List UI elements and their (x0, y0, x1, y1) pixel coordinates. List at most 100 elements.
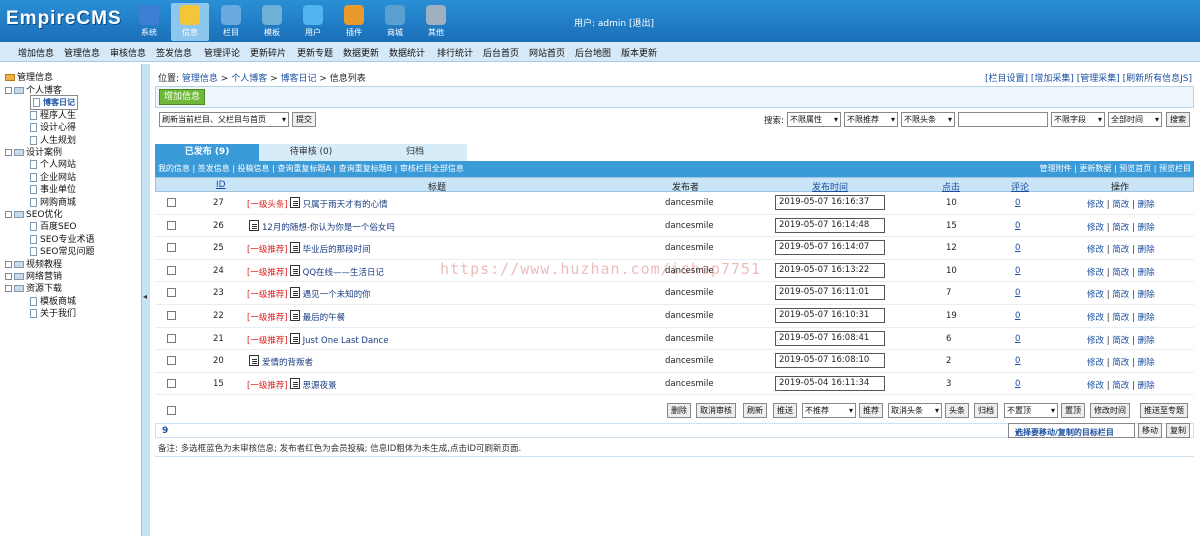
menu-item-5[interactable]: 更新碎片 (250, 46, 286, 59)
row-id[interactable]: 27 (213, 198, 224, 208)
edit-link[interactable]: 修改 (1087, 268, 1104, 278)
row-time-field[interactable]: 2019-05-07 16:11:01 (775, 285, 885, 301)
simple-edit-link[interactable]: 简改 (1112, 200, 1129, 210)
sidebar-item-18[interactable]: 关于我们 (30, 306, 76, 319)
push-button[interactable]: 推送 (773, 403, 797, 418)
row-comments[interactable]: 0 (1015, 379, 1020, 389)
search-button[interactable]: 搜索 (1166, 112, 1190, 127)
delete-link[interactable]: 删除 (1138, 245, 1155, 255)
edit-link[interactable]: 修改 (1087, 336, 1104, 346)
edit-link[interactable]: 修改 (1087, 223, 1104, 233)
delete-link[interactable]: 删除 (1138, 358, 1155, 368)
row-checkbox[interactable] (167, 198, 176, 207)
row-time-field[interactable]: 2019-05-07 16:13:22 (775, 262, 885, 278)
row-id[interactable]: 24 (213, 266, 224, 276)
row-checkbox[interactable] (167, 311, 176, 320)
row-title[interactable]: 爱情的背叛者 (262, 358, 313, 368)
menu-item-3[interactable]: 签发信息 (156, 46, 192, 59)
headline-button[interactable]: 头条 (945, 403, 969, 418)
expand-toggle-icon[interactable] (5, 87, 12, 94)
row-title[interactable]: QQ在线——生活日记 (303, 268, 384, 278)
row-id[interactable]: 22 (213, 311, 224, 321)
simple-edit-link[interactable]: 简改 (1112, 290, 1129, 300)
row-comments[interactable]: 0 (1015, 266, 1020, 276)
crumb-link-1[interactable]: 管理信息 (182, 74, 218, 84)
row-comments[interactable]: 0 (1015, 221, 1020, 231)
menu-item-1[interactable]: 管理信息 (64, 46, 100, 59)
sidebar-item-4[interactable]: 人生规划 (30, 133, 76, 146)
top-button[interactable]: 置顶 (1061, 403, 1085, 418)
search-input[interactable] (958, 112, 1048, 127)
row-time-field[interactable]: 2019-05-07 16:14:48 (775, 217, 885, 233)
menu-item-2[interactable]: 审核信息 (110, 46, 146, 59)
recommend-select[interactable]: 不限推荐 ▾ (844, 112, 898, 127)
edit-link[interactable]: 修改 (1087, 313, 1104, 323)
row-checkbox[interactable] (167, 220, 176, 230)
edit-link[interactable]: 修改 (1087, 358, 1104, 368)
delete-button[interactable]: 删除 (667, 403, 691, 418)
menu-item-0[interactable]: 增加信息 (18, 46, 54, 59)
row-comments[interactable]: 0 (1015, 334, 1020, 344)
row-checkbox[interactable] (167, 356, 176, 366)
row-id[interactable]: 26 (213, 221, 224, 231)
tree-root[interactable]: 管理信息 (5, 70, 53, 83)
row-comments[interactable]: 0 (1015, 288, 1020, 298)
row-title[interactable]: 只属于雨天才有的心情 (303, 200, 388, 210)
menu-item-10[interactable]: 后台首页 (483, 46, 519, 59)
sidebar-item-6[interactable]: 个人网站 (30, 157, 76, 170)
sidebar-item-8[interactable]: 事业单位 (30, 182, 76, 195)
row-time-field[interactable]: 2019-05-04 16:11:34 (775, 375, 885, 391)
row-time-field[interactable]: 2019-05-07 16:16:37 (775, 195, 885, 210)
row-title[interactable]: 12月的随想-你认为你是一个俗女吗 (262, 223, 395, 233)
simple-edit-link[interactable]: 简改 (1112, 268, 1129, 278)
row-comments[interactable]: 0 (1015, 243, 1020, 253)
select-all-checkbox[interactable] (167, 406, 176, 415)
menu-item-9[interactable]: 排行统计 (437, 46, 473, 59)
move-target-select[interactable]: 选择要移动/复制的目标栏目 ▾ (1008, 423, 1135, 438)
row-id[interactable]: 25 (213, 243, 224, 253)
menu-item-6[interactable]: 更新专题 (297, 46, 333, 59)
simple-edit-link[interactable]: 简改 (1112, 223, 1129, 233)
cancel-headline-select[interactable]: 取消头条 ▾ (888, 403, 942, 418)
page-count[interactable]: 9 (162, 426, 168, 436)
row-id[interactable]: 21 (213, 334, 224, 344)
row-title[interactable]: Just One Last Dance (303, 336, 389, 346)
user-info[interactable]: 用户: admin [退出] (574, 16, 654, 29)
tab-published[interactable]: 已发布 (9) (155, 144, 259, 161)
sidebar-item-14[interactable]: 视频教程 (5, 257, 62, 270)
menu-item-12[interactable]: 后台地图 (575, 46, 611, 59)
expand-toggle-icon[interactable] (5, 211, 12, 218)
sidebar-item-9[interactable]: 网购商城 (30, 195, 76, 208)
cancel-audit-button[interactable]: 取消审核 (696, 403, 736, 418)
top-right-links[interactable]: [栏目设置] [增加采集] [管理采集] [刷新所有信息JS] (985, 71, 1192, 84)
row-title[interactable]: 思源夜景 (303, 381, 337, 391)
delete-link[interactable]: 删除 (1138, 290, 1155, 300)
row-id[interactable]: 15 (213, 379, 224, 389)
expand-toggle-icon[interactable] (5, 260, 12, 268)
nav-0[interactable]: 系统 (130, 3, 168, 41)
expand-toggle-icon[interactable] (5, 149, 12, 156)
no-recommend-select[interactable]: 不推荐 ▾ (802, 403, 856, 418)
row-id[interactable]: 20 (213, 356, 224, 366)
nav-7[interactable]: 其他 (417, 3, 455, 41)
row-checkbox[interactable] (167, 243, 176, 253)
sidebar-item-10[interactable]: SEO优化 (5, 207, 62, 220)
crumb-link-2[interactable]: 个人博客 (231, 74, 267, 84)
sidebar-item-0[interactable]: 个人博客 (5, 83, 62, 96)
row-title[interactable]: 毕业后的那段时间 (303, 245, 371, 255)
nav-1[interactable]: 信息 (171, 3, 209, 41)
tab-archive[interactable]: 归档 (363, 144, 467, 161)
menu-item-8[interactable]: 数据统计 (389, 46, 425, 59)
archive-button[interactable]: 归档 (974, 403, 998, 418)
row-checkbox[interactable] (167, 288, 176, 298)
row-time-field[interactable]: 2019-05-07 16:14:07 (775, 240, 885, 256)
menu-item-11[interactable]: 网站首页 (529, 46, 565, 59)
refresh-button[interactable]: 刷新 (743, 403, 767, 418)
row-comments[interactable]: 0 (1015, 311, 1020, 321)
row-checkbox[interactable] (167, 333, 176, 343)
menu-item-7[interactable]: 数据更新 (343, 46, 379, 59)
nav-6[interactable]: 商城 (376, 3, 414, 41)
row-title[interactable]: 最后的午餐 (303, 313, 346, 323)
delete-link[interactable]: 删除 (1138, 313, 1155, 323)
nav-3[interactable]: 模板 (253, 3, 291, 41)
